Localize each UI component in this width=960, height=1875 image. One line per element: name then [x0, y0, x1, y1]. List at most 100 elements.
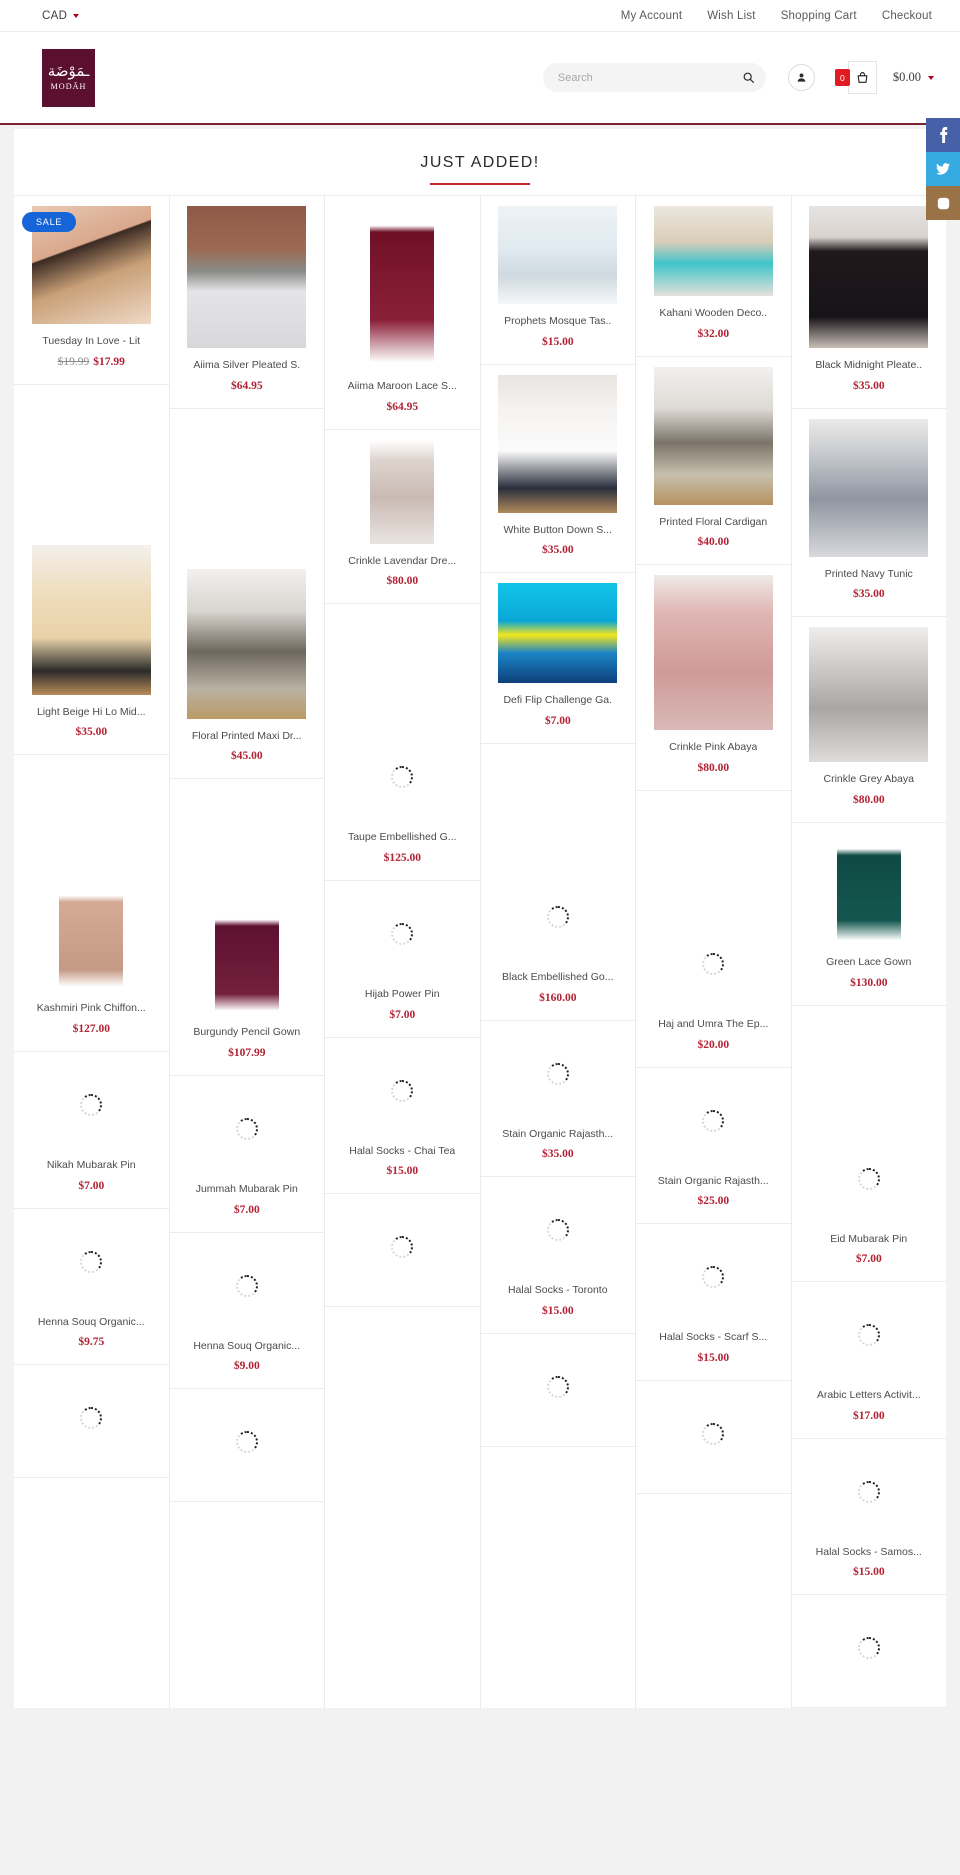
product-card[interactable]: Printed Floral Cardigan $40.00	[636, 356, 791, 566]
account-button[interactable]	[787, 64, 815, 91]
product-image[interactable]	[22, 1062, 161, 1148]
product-card[interactable]: Black Embellished Go... $160.00	[480, 743, 635, 1021]
product-name[interactable]: Green Lace Gown	[826, 956, 911, 970]
product-name[interactable]: Hijab Power Pin	[365, 988, 440, 1002]
product-card[interactable]	[636, 1380, 791, 1494]
product-name[interactable]: Kashmiri Pink Chiffon...	[37, 1002, 146, 1016]
product-name[interactable]: Black Embellished Go...	[502, 971, 613, 985]
product-name[interactable]: Henna Souq Organic...	[38, 1316, 145, 1330]
product-card[interactable]: Halal Socks - Samos... $15.00	[791, 1438, 946, 1596]
product-name[interactable]: Eid Mubarak Pin	[830, 1233, 907, 1247]
product-card[interactable]: Henna Souq Organic... $9.00	[169, 1232, 324, 1390]
product-image[interactable]	[178, 1399, 317, 1485]
product-card[interactable]: Aiima Silver Pleated S. $64.95	[169, 196, 324, 409]
link-shopping-cart[interactable]: Shopping Cart	[781, 10, 857, 22]
product-name[interactable]: Arabic Letters Activit...	[817, 1389, 921, 1403]
product-image[interactable]	[22, 1375, 161, 1461]
product-name[interactable]: Halal Socks - Chai Tea	[349, 1145, 455, 1159]
site-logo[interactable]: ـمَوْضَة MODĀH	[42, 48, 95, 107]
product-image[interactable]	[800, 1136, 939, 1222]
product-name[interactable]: Nikah Mubarak Pin	[47, 1159, 136, 1173]
twitter-icon[interactable]	[926, 152, 960, 186]
instagram-icon[interactable]	[926, 186, 960, 220]
product-image[interactable]	[22, 544, 161, 695]
product-card[interactable]: White Button Down S... $35.00	[480, 364, 635, 574]
product-image[interactable]	[22, 1219, 161, 1305]
product-name[interactable]: Tuesday In Love - Lit	[42, 335, 140, 349]
currency-selector[interactable]: CAD	[42, 10, 80, 22]
product-name[interactable]: Aiima Silver Pleated S.	[193, 359, 300, 373]
product-image[interactable]	[178, 1243, 317, 1329]
product-name[interactable]: Floral Printed Maxi Dr...	[192, 730, 302, 744]
product-name[interactable]: Halal Socks - Samos...	[816, 1546, 922, 1560]
product-image[interactable]	[333, 1048, 472, 1134]
product-image[interactable]	[800, 1292, 939, 1378]
product-image[interactable]	[178, 206, 317, 348]
product-card[interactable]: Light Beige Hi Lo Mid... $35.00	[14, 384, 169, 756]
product-image[interactable]	[489, 874, 628, 960]
product-name[interactable]: White Button Down S...	[503, 524, 612, 538]
product-card[interactable]: Nikah Mubarak Pin $7.00	[14, 1051, 169, 1209]
product-image[interactable]	[800, 1605, 939, 1691]
product-card[interactable]	[480, 1333, 635, 1447]
product-card[interactable]: Crinkle Pink Abaya $80.00	[636, 565, 791, 791]
product-name[interactable]: Jummah Mubarak Pin	[196, 1183, 298, 1197]
cart-widget[interactable]: 0 $0.00	[834, 61, 934, 94]
cart-total[interactable]: $0.00	[893, 70, 934, 85]
product-card[interactable]: Aiima Maroon Lace S... $64.95	[325, 196, 480, 430]
product-image[interactable]	[489, 206, 628, 304]
product-card[interactable]: Eid Mubarak Pin $7.00	[791, 1005, 946, 1283]
product-card[interactable]: Printed Navy Tunic $35.00	[791, 408, 946, 618]
product-card[interactable]: Stain Organic Rajasth... $25.00	[636, 1067, 791, 1225]
product-image[interactable]	[800, 206, 939, 348]
product-card[interactable]: Halal Socks - Chai Tea $15.00	[325, 1037, 480, 1195]
product-card[interactable]: Taupe Embellished G... $125.00	[325, 604, 480, 881]
product-card[interactable]: Halal Socks - Scarf S... $15.00	[636, 1224, 791, 1381]
product-image[interactable]	[644, 921, 783, 1007]
product-image[interactable]	[333, 439, 472, 544]
link-checkout[interactable]: Checkout	[882, 10, 932, 22]
product-card[interactable]: Halal Socks - Toronto $15.00	[480, 1177, 635, 1334]
link-my-account[interactable]: My Account	[621, 10, 682, 22]
search-box[interactable]	[542, 63, 766, 92]
product-card[interactable]: SALE Tuesday In Love - Lit $19.99 $17.99	[14, 196, 169, 385]
search-input[interactable]	[557, 71, 742, 84]
product-image[interactable]	[489, 1344, 628, 1430]
product-image[interactable]	[489, 374, 628, 513]
product-image[interactable]	[178, 909, 317, 1016]
product-name[interactable]: Stain Organic Rajasth...	[502, 1128, 613, 1142]
product-image[interactable]	[489, 1031, 628, 1117]
product-name[interactable]: Crinkle Grey Abaya	[824, 773, 914, 787]
product-image[interactable]	[644, 1078, 783, 1164]
link-wish-list[interactable]: Wish List	[707, 10, 755, 22]
product-card[interactable]: Prophets Mosque Tas.. $15.00	[480, 196, 635, 365]
product-card[interactable]: Burgundy Pencil Gown $107.99	[169, 779, 324, 1076]
product-image[interactable]	[644, 366, 783, 505]
product-name[interactable]: Stain Organic Rajasth...	[658, 1175, 769, 1189]
product-image[interactable]	[644, 1391, 783, 1477]
product-name[interactable]: Haj and Umra The Ep...	[658, 1018, 768, 1032]
product-card[interactable]: Green Lace Gown $130.00	[791, 822, 946, 1006]
product-image[interactable]	[333, 1204, 472, 1290]
product-card[interactable]	[791, 1595, 946, 1709]
product-card[interactable]: Henna Souq Organic... $9.75	[14, 1208, 169, 1366]
product-name[interactable]: Kahani Wooden Deco..	[659, 307, 767, 321]
product-name[interactable]: Aiima Maroon Lace S...	[348, 380, 457, 394]
product-card[interactable]: Stain Organic Rajasth... $35.00	[480, 1020, 635, 1178]
facebook-icon[interactable]	[926, 118, 960, 152]
product-card[interactable]: Kahani Wooden Deco.. $32.00	[636, 196, 791, 357]
product-image[interactable]	[644, 1234, 783, 1320]
product-image[interactable]	[333, 891, 472, 977]
product-image[interactable]	[333, 734, 472, 820]
product-card[interactable]	[14, 1365, 169, 1479]
product-image[interactable]	[22, 885, 161, 992]
product-card[interactable]: Crinkle Lavendar Dre... $80.00	[325, 429, 480, 605]
product-card[interactable]: Floral Printed Maxi Dr... $45.00	[169, 408, 324, 780]
product-card[interactable]: Jummah Mubarak Pin $7.00	[169, 1075, 324, 1233]
product-name[interactable]: Black Midnight Pleate..	[815, 359, 922, 373]
cart-button[interactable]	[847, 61, 877, 94]
product-image[interactable]	[333, 206, 472, 369]
product-card[interactable]	[169, 1389, 324, 1503]
search-icon[interactable]	[742, 71, 755, 84]
product-card[interactable]: Crinkle Grey Abaya $80.00	[791, 617, 946, 823]
